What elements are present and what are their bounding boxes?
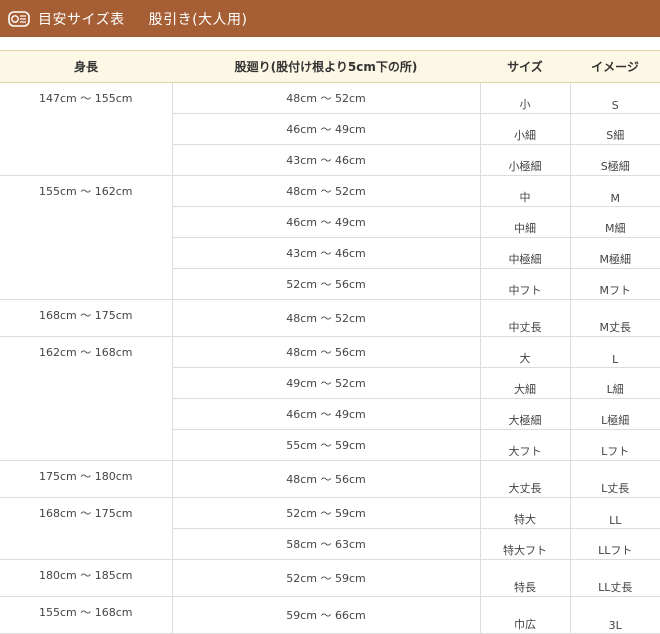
waist-cell: 48cm 〜 52cm: [171, 82, 480, 114]
image-cell: LL丈長: [569, 559, 660, 597]
image-cell: L: [569, 336, 660, 368]
table-row: 168cm 〜 175cm 48cm 〜 52cm 中丈長 M丈長: [0, 299, 660, 337]
waist-cell: 46cm 〜 49cm: [171, 113, 480, 145]
size-cell: 小極細: [479, 144, 570, 176]
column-header-height: 身長: [0, 50, 172, 83]
image-cell: M細: [569, 206, 660, 238]
image-cell: M丈長: [569, 299, 660, 337]
image-cell: Mフト: [569, 268, 660, 300]
image-cell: L極細: [569, 398, 660, 430]
image-cell: LL: [569, 497, 660, 529]
waist-cell: 48cm 〜 52cm: [171, 175, 480, 207]
size-cell: 大: [479, 336, 570, 368]
height-cell: 162cm 〜 168cm: [0, 336, 172, 461]
waist-cell: 43cm 〜 46cm: [171, 144, 480, 176]
waist-cell: 55cm 〜 59cm: [171, 429, 480, 461]
page-subtitle: 股引き(大人用): [148, 11, 248, 28]
waist-cell: 59cm 〜 66cm: [171, 596, 480, 634]
image-cell: S細: [569, 113, 660, 145]
waist-cell: 43cm 〜 46cm: [171, 237, 480, 269]
waist-cell: 52cm 〜 59cm: [171, 559, 480, 597]
header-spacer: [0, 37, 660, 50]
waist-cell: 46cm 〜 49cm: [171, 398, 480, 430]
table-row: 175cm 〜 180cm 48cm 〜 56cm 大丈長 L丈長: [0, 460, 660, 498]
image-cell: M: [569, 175, 660, 207]
height-cell: 155cm 〜 162cm: [0, 175, 172, 300]
table-row: 180cm 〜 185cm 52cm 〜 59cm 特長 LL丈長: [0, 559, 660, 597]
column-header-waist: 股廻り(股付け根より5cm下の所): [172, 50, 480, 83]
column-header-size: サイズ: [480, 50, 570, 83]
height-cell: 168cm 〜 175cm: [0, 299, 172, 337]
size-cell: 大丈長: [479, 460, 570, 498]
waist-cell: 48cm 〜 52cm: [171, 299, 480, 337]
height-cell: 155cm 〜 168cm: [0, 596, 172, 634]
image-cell: S極細: [569, 144, 660, 176]
image-cell: S: [569, 82, 660, 114]
size-cell: 特大: [479, 497, 570, 529]
size-cell: 特長: [479, 559, 570, 597]
size-chart-table: 身長 股廻り(股付け根より5cm下の所) サイズ イメージ 147cm 〜 15…: [0, 50, 660, 634]
table-row: 147cm 〜 155cm 48cm 〜 52cm 小 S: [0, 82, 660, 176]
height-cell: 168cm 〜 175cm: [0, 497, 172, 560]
waist-cell: 48cm 〜 56cm: [171, 460, 480, 498]
waist-cell: 58cm 〜 63cm: [171, 528, 480, 560]
image-cell: LLフト: [569, 528, 660, 560]
table-row: 168cm 〜 175cm 52cm 〜 59cm 特大 LL: [0, 497, 660, 560]
height-cell: 175cm 〜 180cm: [0, 460, 172, 498]
image-cell: Lフト: [569, 429, 660, 461]
image-cell: 3L: [569, 596, 660, 634]
size-cell: 特大フト: [479, 528, 570, 560]
tape-measure-icon: [8, 10, 30, 27]
size-cell: 中: [479, 175, 570, 207]
size-cell: 中丈長: [479, 299, 570, 337]
size-cell: 巾広: [479, 596, 570, 634]
table-header-row: 身長 股廻り(股付け根より5cm下の所) サイズ イメージ: [0, 50, 660, 83]
page-title: 目安サイズ表: [38, 11, 125, 28]
image-cell: L細: [569, 367, 660, 399]
size-cell: 小細: [479, 113, 570, 145]
table-row: 162cm 〜 168cm 48cm 〜 56cm 大 L: [0, 336, 660, 461]
waist-cell: 52cm 〜 59cm: [171, 497, 480, 529]
image-cell: L丈長: [569, 460, 660, 498]
waist-cell: 48cm 〜 56cm: [171, 336, 480, 368]
waist-cell: 46cm 〜 49cm: [171, 206, 480, 238]
size-cell: 大細: [479, 367, 570, 399]
table-body: 147cm 〜 155cm 48cm 〜 52cm 小 S 46cm 〜 49cm 小細 S…: [0, 82, 660, 634]
table-row: 155cm 〜 162cm 48cm 〜 52cm 中 M: [0, 175, 660, 300]
size-cell: 小: [479, 82, 570, 114]
size-cell: 中フト: [479, 268, 570, 300]
size-cell: 中細: [479, 206, 570, 238]
image-cell: M極細: [569, 237, 660, 269]
waist-cell: 49cm 〜 52cm: [171, 367, 480, 399]
size-cell: 中極細: [479, 237, 570, 269]
height-cell: 180cm 〜 185cm: [0, 559, 172, 597]
size-cell: 大極細: [479, 398, 570, 430]
header-bar: 目安サイズ表 股引き(大人用): [0, 0, 660, 37]
table-row: 155cm 〜 168cm 59cm 〜 66cm 巾広 3L: [0, 596, 660, 634]
waist-cell: 52cm 〜 56cm: [171, 268, 480, 300]
height-cell: 147cm 〜 155cm: [0, 82, 172, 176]
column-header-image: イメージ: [570, 50, 660, 83]
size-cell: 大フト: [479, 429, 570, 461]
